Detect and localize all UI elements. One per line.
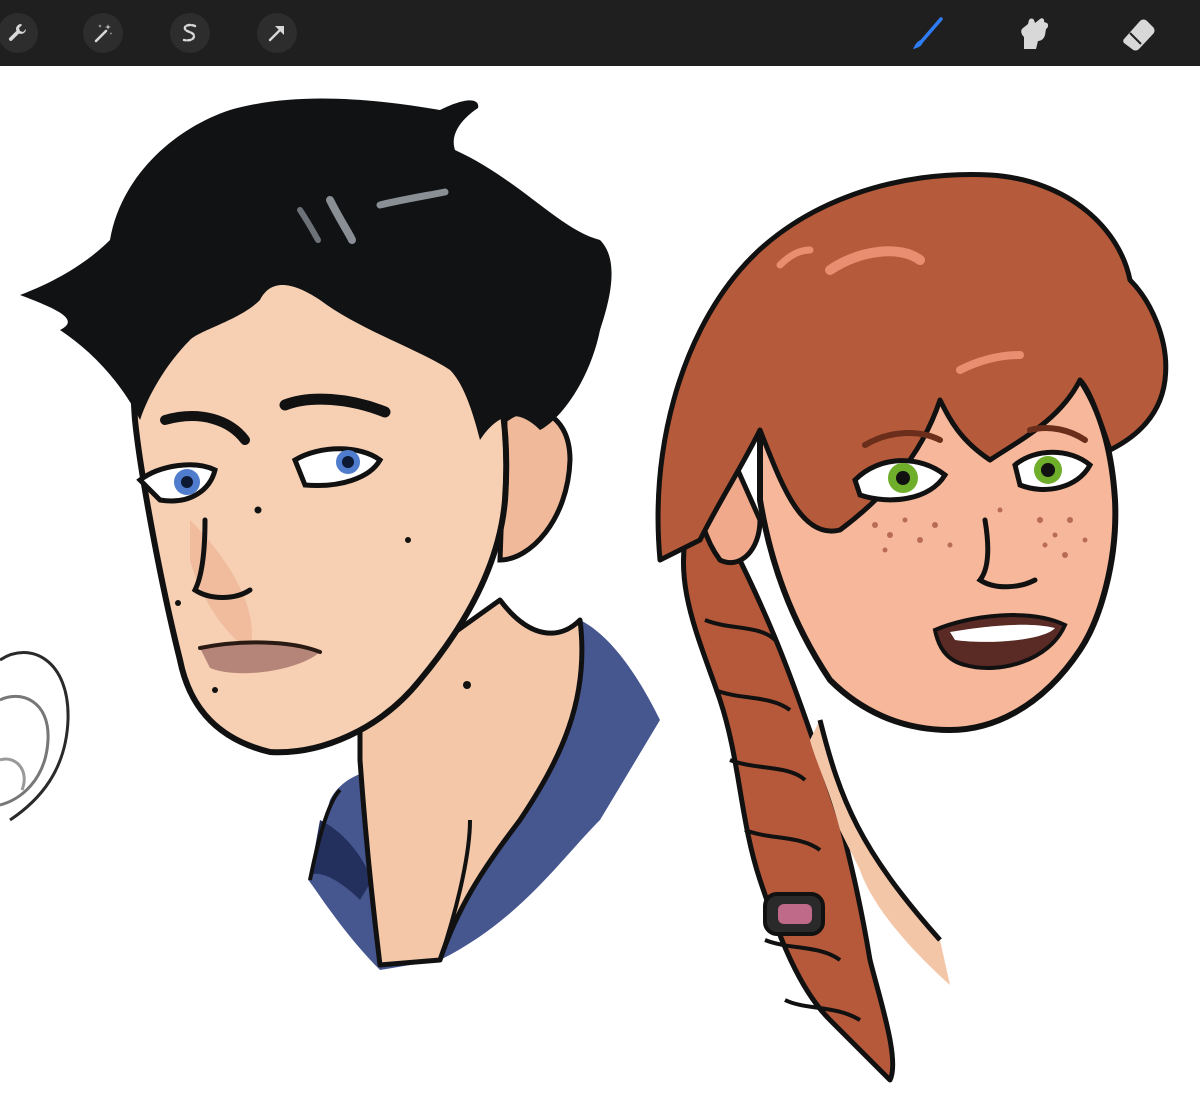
arrow-cursor-icon: [268, 26, 284, 42]
smudge-button[interactable]: [1010, 10, 1058, 56]
selection-button[interactable]: [170, 13, 210, 53]
top-toolbar: [0, 0, 1200, 66]
eraser-icon: [1123, 19, 1155, 51]
left-sketch-scribble: [0, 651, 70, 822]
brush-button[interactable]: [904, 10, 952, 56]
adjustments-button[interactable]: [83, 13, 123, 53]
selection-s-icon: [182, 23, 197, 42]
drawing-canvas[interactable]: [0, 66, 1200, 1098]
wrench-icon: [8, 24, 27, 41]
magic-wand-icon: [94, 24, 113, 43]
eraser-button[interactable]: [1114, 10, 1162, 56]
transform-button[interactable]: [257, 13, 297, 53]
brush-icon: [913, 17, 943, 49]
actions-button[interactable]: [0, 13, 38, 53]
artwork: [0, 98, 1169, 1083]
female-portrait: [655, 171, 1169, 1083]
male-portrait: [20, 98, 660, 970]
smudge-hand-icon: [1021, 18, 1049, 49]
